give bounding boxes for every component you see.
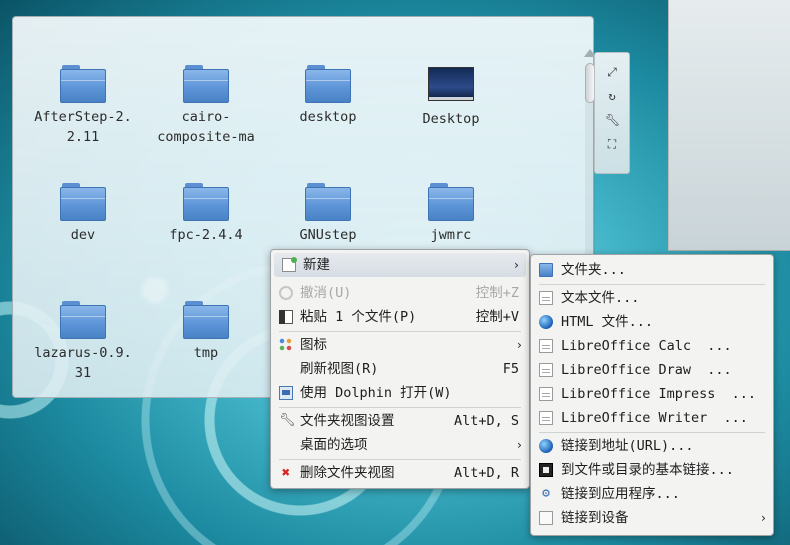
folder-icon (60, 65, 106, 103)
draw-doc-icon (539, 363, 553, 377)
desktop-icon-desktop-folder[interactable]: desktop (273, 65, 383, 127)
impress-doc-icon (539, 387, 553, 401)
writer-doc-icon (539, 411, 553, 425)
submenu-arrow-icon: › (515, 338, 523, 352)
menu-item-icons[interactable]: 图标 › (271, 333, 529, 357)
widget-toolbox: ⤢ ↻ 🔧︎ ⛶ (594, 52, 630, 174)
application-gear-icon: ⚙ (542, 486, 550, 501)
desktop-icon-tmp[interactable]: tmp (151, 301, 261, 363)
folder-icon (183, 183, 229, 221)
submenu-item-link-url[interactable]: 链接到地址(URL)... (531, 434, 773, 458)
submenu-item-text-file[interactable]: 文本文件... (531, 286, 773, 310)
menu-separator (539, 432, 765, 433)
submenu-item-libreoffice-calc[interactable]: LibreOffice Calc ... (531, 334, 773, 358)
submenu-item-basic-link[interactable]: 到文件或目录的基本链接... (531, 458, 773, 482)
menu-item-new[interactable]: 新建 › (274, 253, 526, 277)
icon-label: cairo- composite-ma (157, 109, 255, 145)
html-globe-icon (539, 315, 553, 329)
icons-grid-icon (279, 338, 293, 352)
icon-label: dev (70, 227, 96, 243)
folder-icon (183, 65, 229, 103)
device-icon (539, 511, 553, 525)
undo-icon (279, 286, 293, 300)
submenu-arrow-icon: › (515, 438, 523, 452)
folder-icon (183, 301, 229, 339)
folder-icon (428, 183, 474, 221)
desktop-icon-jwmrc[interactable]: jwmrc (396, 183, 506, 245)
menu-item-remove-folder-view[interactable]: ✖ 删除文件夹视图 Alt+D, R (271, 461, 529, 485)
resize-icon[interactable]: ⤢ (605, 65, 619, 79)
icon-label: desktop (299, 109, 357, 125)
basic-link-icon (539, 463, 553, 477)
submenu-item-folder[interactable]: 文件夹... (531, 258, 773, 282)
submenu-item-link-application[interactable]: ⚙ 链接到应用程序... (531, 482, 773, 506)
wrench-icon: 🔧︎ (279, 413, 296, 428)
desktop-icon-gnustep[interactable]: GNUstep (273, 183, 383, 245)
icon-label: Desktop (422, 111, 480, 127)
submenu-arrow-icon: › (759, 511, 767, 525)
new-submenu: 文件夹... 文本文件... HTML 文件... LibreOffice Ca… (530, 254, 774, 536)
desktop-icon-afterstep[interactable]: AfterStep-2. 2.11 (28, 65, 138, 147)
icon-label: lazarus-0.9. 31 (34, 345, 132, 381)
desktop-icon-fpc[interactable]: fpc-2.4.4 (151, 183, 261, 245)
new-icon (282, 257, 297, 272)
menu-separator (279, 331, 521, 332)
desktop-icon-lazarus[interactable]: lazarus-0.9. 31 (28, 301, 138, 383)
icon-label: GNUstep (299, 227, 357, 243)
submenu-item-libreoffice-impress[interactable]: LibreOffice Impress ... (531, 382, 773, 406)
desktop-screen-icon (428, 67, 474, 101)
menu-item-refresh[interactable]: 刷新视图(R) F5 (271, 357, 529, 381)
desktop-icon-cairo[interactable]: cairo- composite-ma (151, 65, 261, 147)
menu-separator (279, 407, 521, 408)
menu-item-undo[interactable]: 撤消(U) 控制+Z (271, 281, 529, 305)
menu-item-folder-view-settings[interactable]: 🔧︎ 文件夹视图设置 Alt+D, S (271, 409, 529, 433)
desktop-icon-dev[interactable]: dev (28, 183, 138, 245)
context-menu: 新建 › 撤消(U) 控制+Z 粘贴 1 个文件(P) 控制+V 图标 › 刷新… (270, 249, 530, 489)
icon-label: fpc-2.4.4 (169, 227, 243, 243)
dolphin-icon (279, 386, 293, 400)
icon-label: tmp (193, 345, 219, 361)
maximize-icon[interactable]: ⛶ (605, 137, 619, 151)
submenu-arrow-icon: › (512, 258, 520, 272)
submenu-item-html-file[interactable]: HTML 文件... (531, 310, 773, 334)
folder-icon (60, 183, 106, 221)
folder-icon (60, 301, 106, 339)
menu-item-open-dolphin[interactable]: 使用 Dolphin 打开(W) (271, 381, 529, 405)
folder-icon (539, 263, 553, 277)
rotate-icon[interactable]: ↻ (605, 89, 619, 103)
menu-item-desktop-options[interactable]: 桌面的选项 › (271, 433, 529, 457)
paste-icon (279, 310, 293, 324)
text-file-icon (539, 291, 553, 305)
menu-item-paste[interactable]: 粘贴 1 个文件(P) 控制+V (271, 305, 529, 329)
folder-icon (305, 65, 351, 103)
background-window[interactable] (668, 0, 790, 251)
menu-separator (539, 284, 765, 285)
url-globe-icon (539, 439, 553, 453)
menu-separator (279, 459, 521, 460)
icon-label: jwmrc (430, 227, 472, 243)
settings-wrench-icon[interactable]: 🔧︎ (605, 113, 620, 127)
calc-doc-icon (539, 339, 553, 353)
submenu-item-libreoffice-writer[interactable]: LibreOffice Writer ... (531, 406, 773, 430)
icon-label: AfterStep-2. 2.11 (34, 109, 132, 145)
submenu-item-link-device[interactable]: 链接到设备 › (531, 506, 773, 530)
folder-icon (305, 183, 351, 221)
submenu-item-libreoffice-draw[interactable]: LibreOffice Draw ... (531, 358, 773, 382)
delete-icon: ✖ (281, 465, 291, 481)
desktop-icon-desktop-screen[interactable]: Desktop (396, 65, 506, 129)
